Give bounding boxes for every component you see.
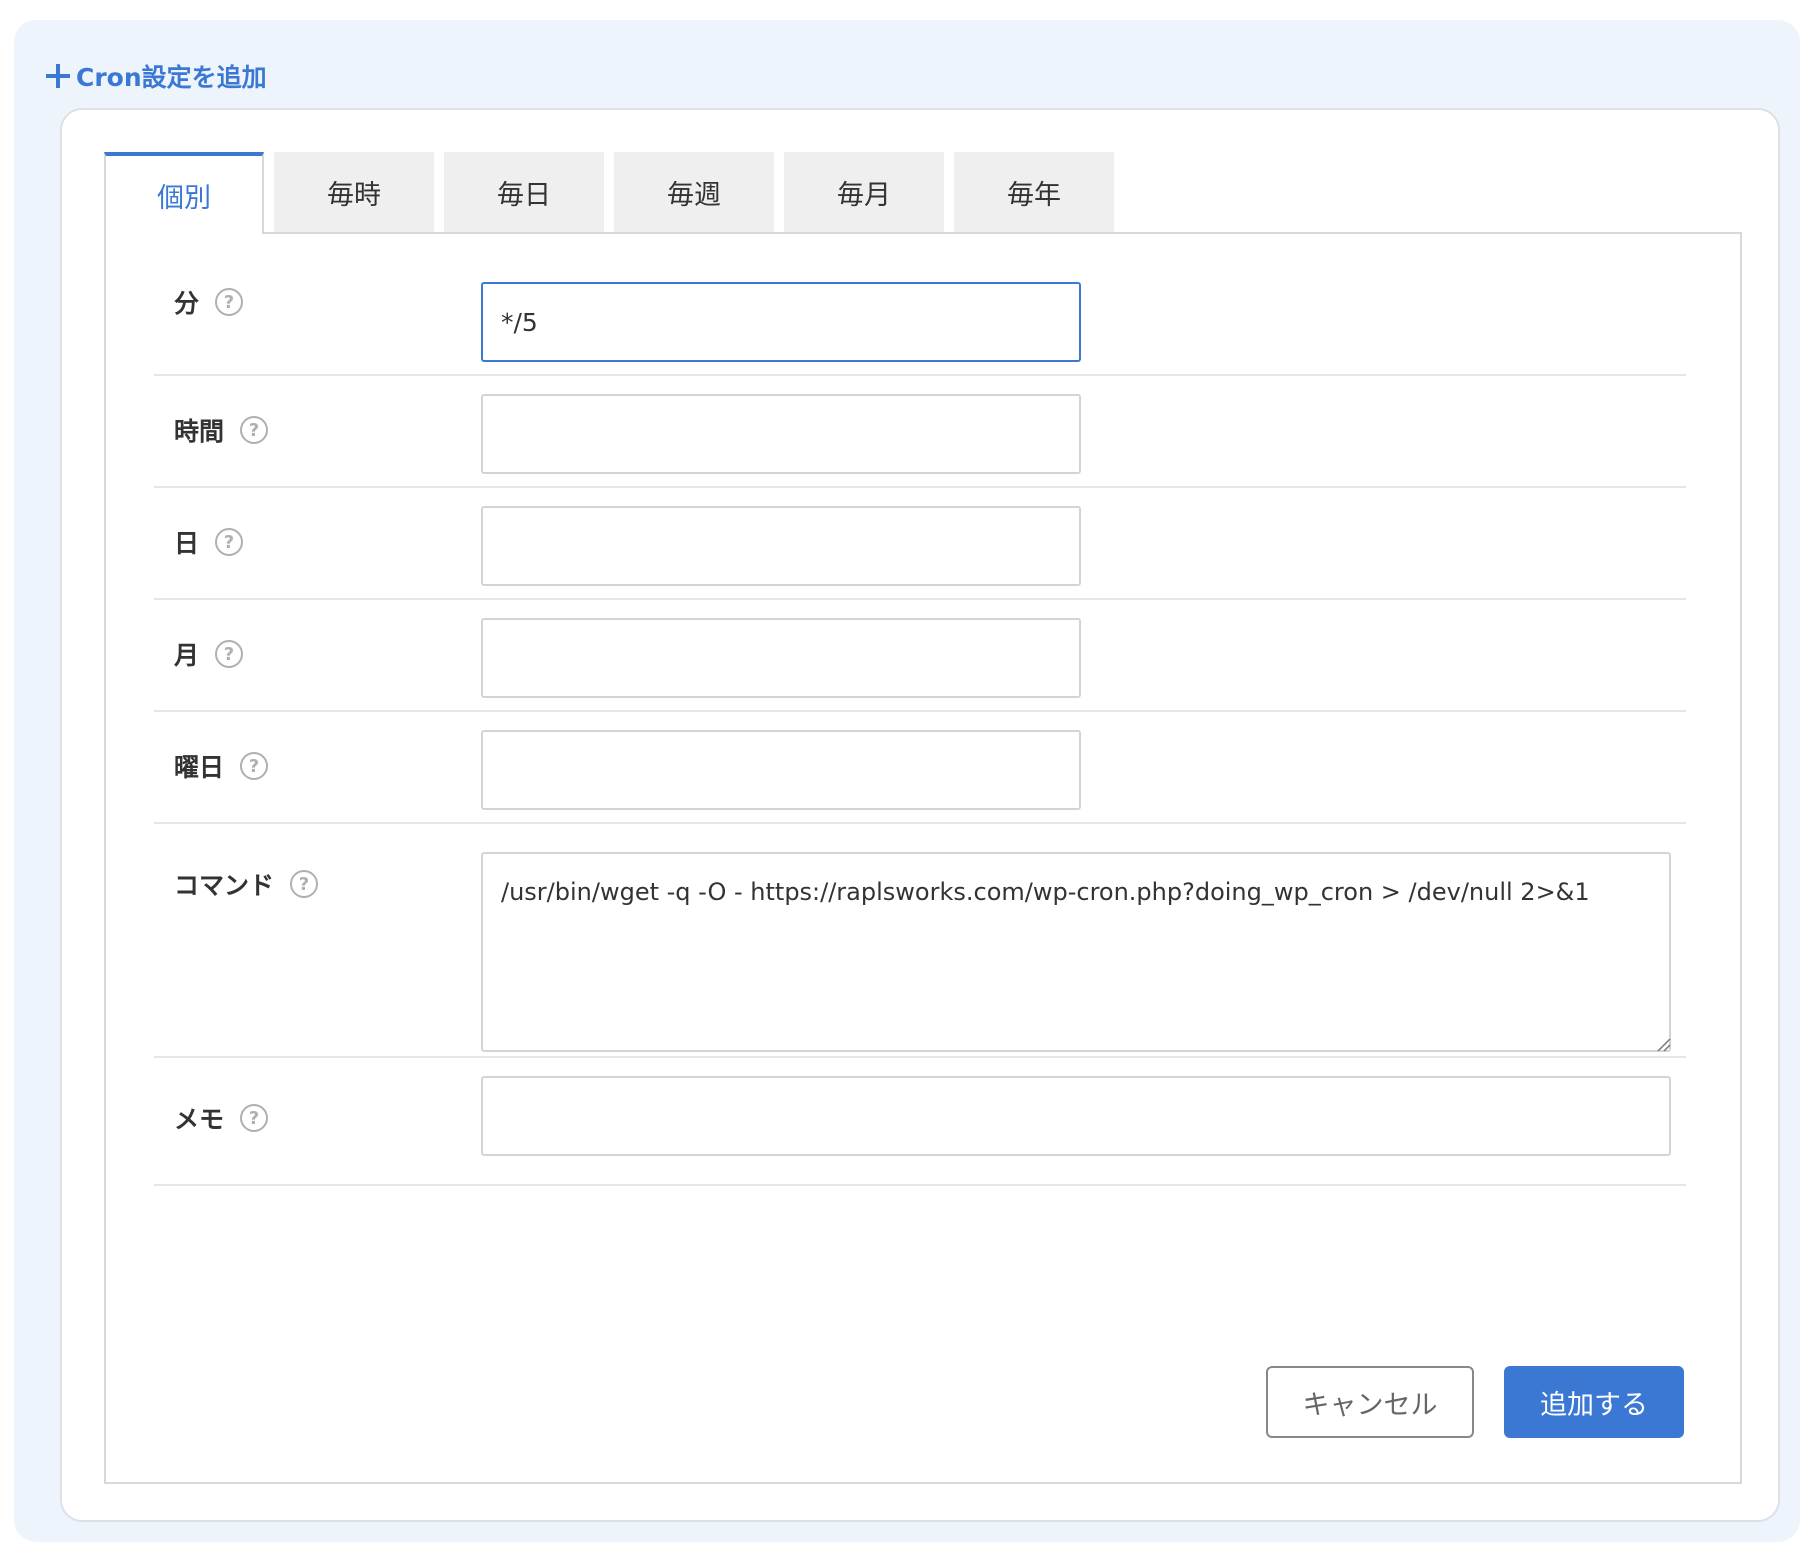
month-input[interactable]: [481, 618, 1081, 698]
help-icon[interactable]: ?: [240, 752, 269, 780]
help-icon[interactable]: ?: [215, 528, 244, 556]
tab-custom[interactable]: 個別: [104, 152, 264, 234]
hour-label: 時間 ?: [174, 410, 269, 450]
hour-input[interactable]: [481, 394, 1081, 474]
section-title-label: Cron設定を追加: [76, 63, 267, 92]
weekday-label: 曜日 ?: [174, 746, 269, 786]
cron-form-panel: 個別 毎時 毎日 毎週 毎月 毎年 分 ? 時間 ?: [60, 108, 1780, 1522]
help-icon[interactable]: ?: [290, 870, 319, 898]
memo-label: メモ ?: [174, 1098, 269, 1138]
tab-yearly[interactable]: 毎年: [954, 152, 1114, 232]
minute-input[interactable]: [481, 282, 1081, 362]
month-row: 月 ?: [154, 598, 1686, 712]
add-cron-section: Cron設定を追加 個別 毎時 毎日 毎週 毎月 毎年 分 ? 時間: [14, 20, 1800, 1542]
minute-row: 分 ?: [154, 234, 1686, 376]
help-icon[interactable]: ?: [240, 1104, 269, 1132]
weekday-row: 曜日 ?: [154, 710, 1686, 824]
schedule-tabs: 個別 毎時 毎日 毎週 毎月 毎年: [104, 152, 1124, 234]
day-label: 日 ?: [174, 522, 244, 562]
help-icon[interactable]: ?: [215, 640, 244, 668]
tab-hourly[interactable]: 毎時: [274, 152, 434, 232]
tab-daily[interactable]: 毎日: [444, 152, 604, 232]
tab-monthly[interactable]: 毎月: [784, 152, 944, 232]
month-label: 月 ?: [174, 634, 244, 674]
add-cron-toggle[interactable]: Cron設定を追加: [46, 56, 267, 96]
memo-row: メモ ?: [154, 1056, 1686, 1186]
plus-icon: [46, 64, 70, 88]
cancel-button[interactable]: キャンセル: [1266, 1366, 1474, 1438]
command-row: コマンド ? /usr/bin/wget -q -O - https://rap…: [154, 822, 1686, 1058]
command-label: コマンド ?: [174, 864, 319, 904]
minute-label: 分 ?: [174, 282, 244, 322]
weekday-input[interactable]: [481, 730, 1081, 810]
help-icon[interactable]: ?: [215, 288, 244, 316]
memo-input[interactable]: [481, 1076, 1671, 1156]
resize-handle-icon[interactable]: [1655, 1036, 1671, 1052]
day-input[interactable]: [481, 506, 1081, 586]
tab-content: 分 ? 時間 ? 日 ?: [104, 232, 1742, 1484]
command-textarea[interactable]: /usr/bin/wget -q -O - https://raplsworks…: [481, 852, 1671, 1052]
day-row: 日 ?: [154, 486, 1686, 600]
help-icon[interactable]: ?: [240, 416, 269, 444]
hour-row: 時間 ?: [154, 374, 1686, 488]
tab-weekly[interactable]: 毎週: [614, 152, 774, 232]
add-button[interactable]: 追加する: [1504, 1366, 1684, 1438]
